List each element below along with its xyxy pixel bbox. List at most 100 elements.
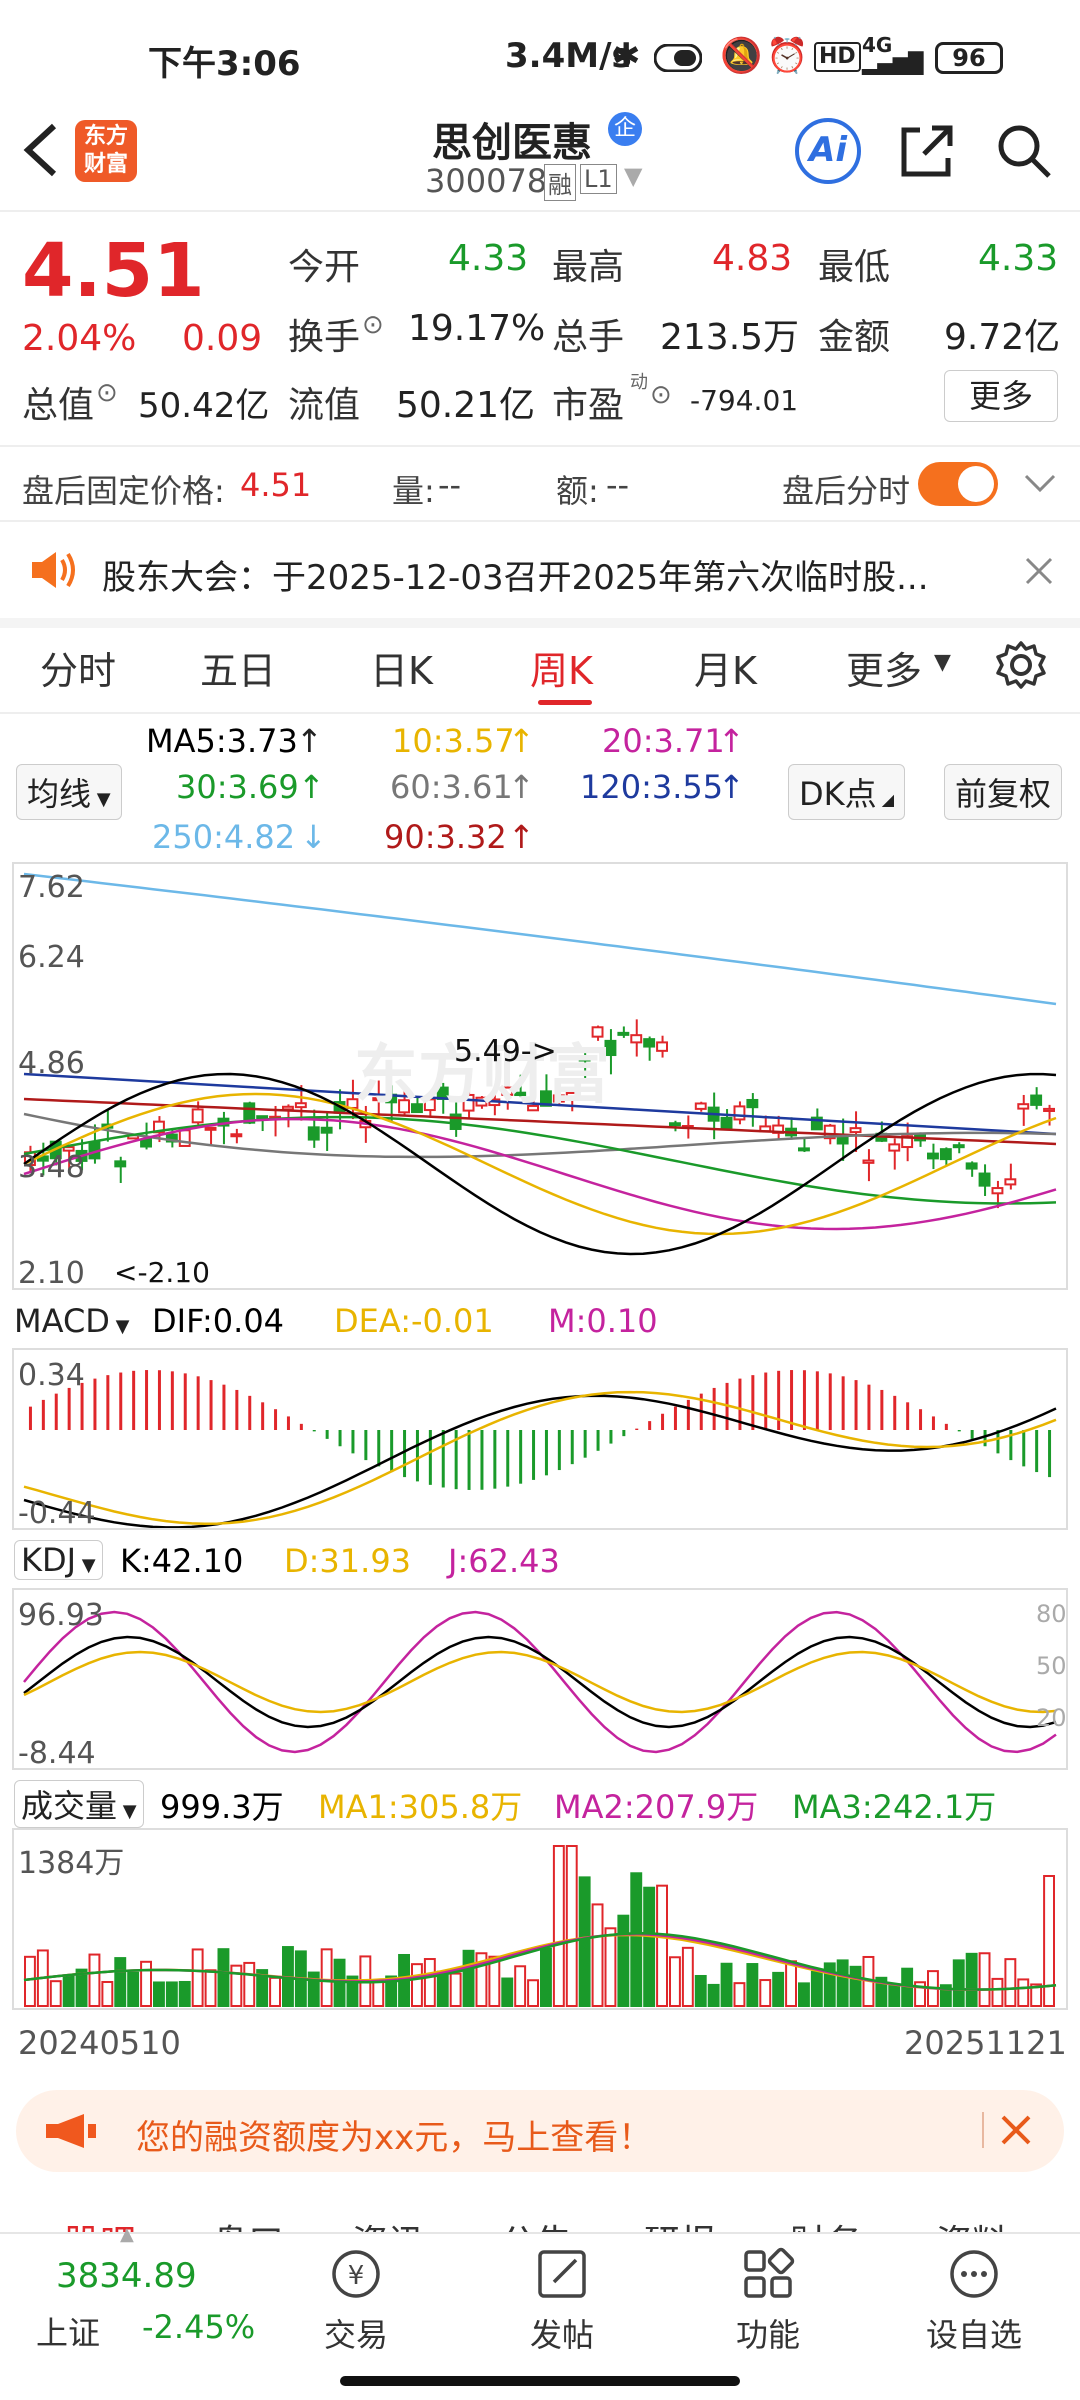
mute-icon: 🔕 — [720, 36, 763, 76]
price-axis-label: 2.10 — [18, 1256, 85, 1291]
candle-body — [669, 1122, 681, 1127]
volume-selector[interactable]: 成交量 ▼ — [14, 1780, 144, 1828]
volume-bar — [411, 1963, 423, 2007]
candle-body — [862, 1159, 875, 1164]
volume-bar — [656, 1884, 668, 2007]
volume-chart[interactable]: 1384万 — [12, 1828, 1068, 2010]
volume-bar — [24, 1955, 36, 2007]
volume-bar — [810, 1970, 823, 2007]
trade-tab[interactable]: ¥ 交易 — [286, 2246, 426, 2356]
tab-monthly-k[interactable]: 月K — [694, 640, 757, 695]
volume-bar — [746, 1963, 759, 2007]
back-arrow-icon[interactable] — [20, 122, 60, 178]
gear-icon[interactable] — [996, 640, 1046, 690]
tab-weekly-k[interactable]: 周K — [530, 640, 593, 695]
price-change-pct: 2.04% — [22, 318, 137, 359]
pe-dynamic-tag: 动 — [630, 372, 648, 393]
index-value[interactable]: 3834.89 — [56, 2256, 197, 2296]
period-tabs: 分时 五日 日K 周K 月K 更多 ▼ — [0, 620, 1080, 715]
share-icon[interactable] — [898, 122, 956, 180]
level-tag: L1 — [580, 164, 617, 194]
tab-more[interactable]: 更多 — [846, 640, 922, 695]
stock-code: 300078 — [425, 162, 548, 200]
financing-banner[interactable]: 您的融资额度为xx元，马上查看！ — [16, 2090, 1064, 2172]
caret-down-icon[interactable]: ▼ — [934, 650, 951, 675]
ma-selector[interactable]: 均线 ▼ — [16, 764, 122, 820]
dk-point-selector[interactable]: DK点 ◢ — [788, 764, 906, 820]
battery-icon: 96 — [935, 42, 1003, 74]
svg-text:¥: ¥ — [348, 2261, 365, 2291]
info-icon[interactable]: ⊙ — [96, 378, 118, 408]
candle-body — [320, 1126, 333, 1134]
enterprise-badge: 企 — [608, 112, 642, 146]
macd-chart[interactable]: 0.34 -0.44 — [12, 1348, 1068, 1531]
kdj-chart[interactable]: 96.93 -8.44 80 50 20 — [12, 1588, 1068, 1771]
close-icon[interactable] — [1024, 556, 1054, 586]
ma5-value: MA5:3.73 — [146, 722, 298, 760]
candle-body — [140, 1138, 152, 1148]
volume-bar — [230, 1964, 243, 2007]
info-icon[interactable]: ⊙ — [362, 310, 384, 340]
post-tab[interactable]: 发帖 — [492, 2246, 632, 2356]
after-hours-toggle[interactable] — [918, 462, 998, 506]
candle-body — [836, 1136, 849, 1145]
volume-bar — [462, 1949, 475, 2008]
current-price: 4.51 — [22, 228, 205, 314]
notice-text[interactable]: 股东大会：于2025-12-03召开2025年第六次临时股... — [102, 550, 929, 599]
candle-body — [282, 1105, 294, 1111]
volume-bar — [952, 1959, 965, 2007]
volume-bar — [785, 1960, 797, 2007]
volume-bar — [991, 1977, 1004, 2008]
close-icon[interactable] — [1000, 2114, 1032, 2146]
volume-bar — [514, 1965, 527, 2007]
volume-ma2: MA2:207.9万 — [554, 1788, 759, 1826]
adjust-selector[interactable]: 前复权 — [944, 764, 1063, 820]
index-pct[interactable]: -2.45% — [142, 2308, 255, 2346]
index-name[interactable]: 上证 — [36, 2308, 100, 2354]
volume-bar — [140, 1960, 152, 2007]
caret-up-icon[interactable]: ▲ — [120, 2224, 134, 2245]
volume-bar — [681, 1946, 694, 2007]
volume-bar — [836, 1959, 849, 2007]
kdj-selector[interactable]: KDJ ▼ — [14, 1540, 103, 1580]
volume-bar — [372, 1980, 385, 2008]
candle-body — [888, 1143, 901, 1152]
kdj-svg — [23, 1610, 1057, 1754]
candle-body — [230, 1133, 243, 1138]
after-hours-vol-label: 量: — [392, 472, 435, 510]
chevron-down-icon[interactable] — [1024, 472, 1056, 494]
hd-icon: HD — [814, 42, 861, 72]
high-value: 4.83 — [712, 238, 793, 279]
kdj-level-80: 80 — [1036, 1600, 1067, 1628]
status-time: 下午3:06 — [148, 44, 301, 84]
amount-label: 金额 — [818, 317, 891, 358]
ai-assistant-button[interactable]: Ai — [795, 118, 861, 184]
volume-svg — [23, 1845, 1057, 2008]
info-icon[interactable]: ⊙ — [650, 380, 672, 410]
volume-bar — [191, 1948, 204, 2007]
volume-bar — [101, 1980, 114, 2008]
price-axis-label: 4.86 — [18, 1046, 85, 1081]
volume-bar — [669, 1956, 681, 2007]
tab-five-day[interactable]: 五日 — [200, 640, 276, 695]
volume-bar — [888, 1983, 901, 2007]
high-annotation: 5.49-> — [454, 1034, 557, 1069]
volume-bar — [436, 1970, 449, 2007]
volume-bar — [269, 1976, 282, 2007]
tab-daily-k[interactable]: 日K — [370, 640, 433, 695]
macd-selector[interactable]: MACD ▼ — [14, 1302, 130, 1340]
volume-bar — [153, 1981, 165, 2008]
volume-bar — [217, 1948, 230, 2007]
volume-bar — [423, 1958, 436, 2007]
search-icon[interactable] — [995, 122, 1053, 180]
add-watchlist-tab[interactable]: 设自选 — [904, 2246, 1044, 2356]
volume-bar — [733, 1982, 746, 2008]
turnover-label: 换手 — [288, 317, 361, 358]
dropdown-arrow-icon[interactable]: ▼ — [624, 162, 642, 190]
tab-minute[interactable]: 分时 — [40, 640, 116, 695]
function-tab[interactable]: 功能 — [698, 2246, 838, 2356]
more-button[interactable]: 更多 — [944, 370, 1058, 422]
kline-chart[interactable]: 东方财富 7.62 6.24 4.86 3.48 2.10 5.49-> <-2… — [12, 862, 1068, 1291]
volume-bar — [643, 1886, 656, 2007]
divider — [0, 520, 1080, 522]
